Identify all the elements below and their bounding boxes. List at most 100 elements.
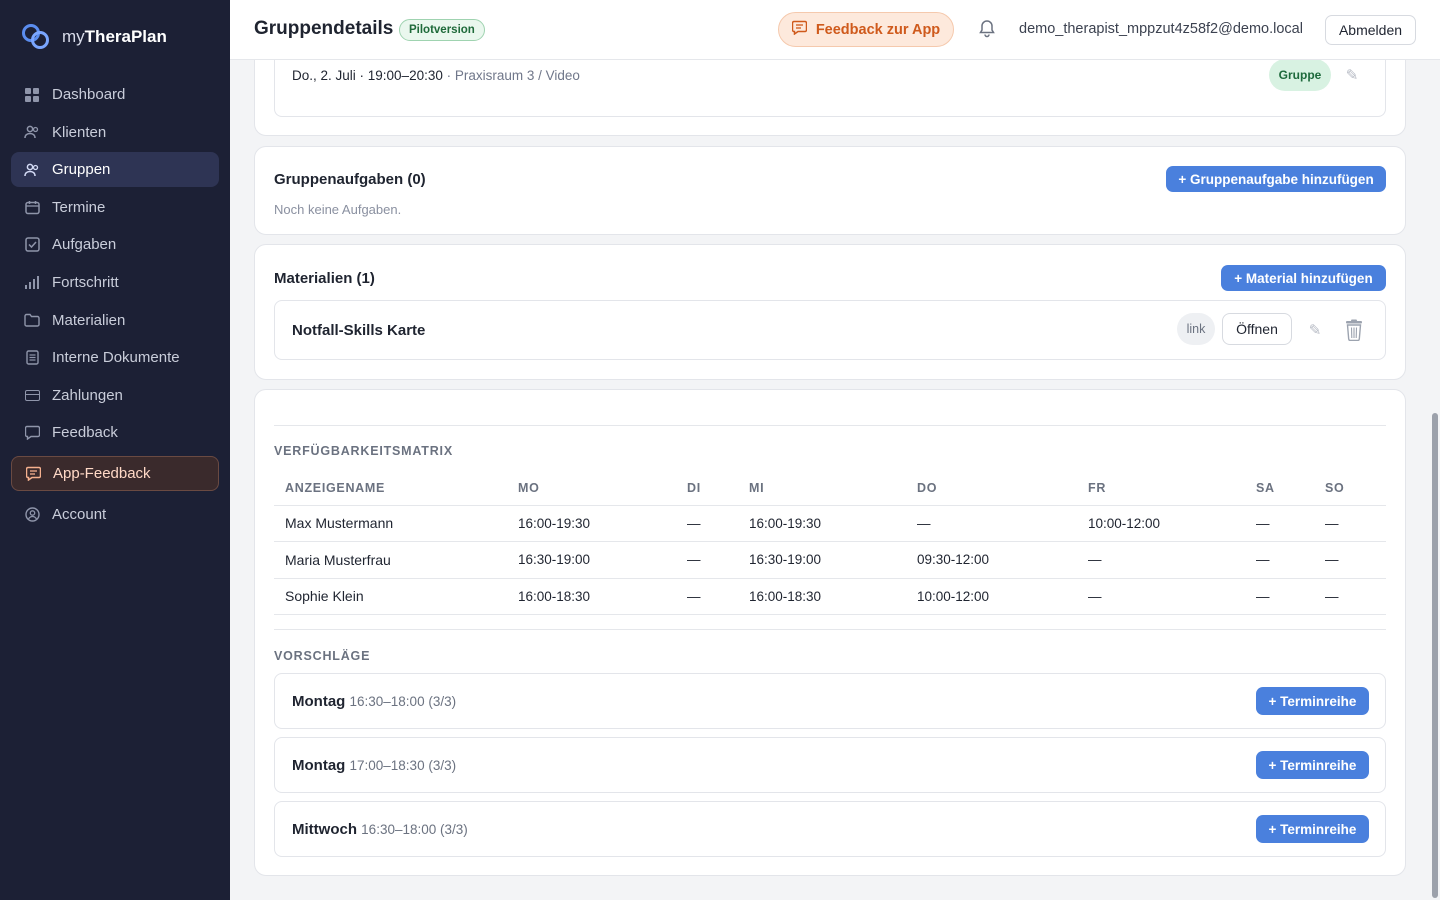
matrix-cell: Sophie Klein bbox=[274, 578, 507, 615]
message-icon bbox=[25, 466, 41, 482]
sidebar-item-interne-dokumente[interactable]: Interne Dokumente bbox=[11, 340, 219, 375]
session-row: Do., 2. Juli · 19:00–20:30 · Praxisraum … bbox=[274, 60, 1386, 117]
session-type-badge: Gruppe bbox=[1269, 60, 1331, 91]
sidebar-item-label: Zahlungen bbox=[52, 386, 123, 404]
add-series-button[interactable]: + Terminreihe bbox=[1256, 751, 1369, 779]
add-series-button[interactable]: + Terminreihe bbox=[1256, 815, 1369, 843]
sidebar-item-feedback[interactable]: Feedback bbox=[11, 415, 219, 450]
matrix-cell: Maria Musterfrau bbox=[274, 541, 507, 579]
matrix-cell: — bbox=[676, 505, 738, 542]
availability-matrix: ANZEIGENAME MO DI MI DO FR SA SO Max Mus… bbox=[274, 471, 1386, 615]
suggestions-title: VORSCHLÄGE bbox=[274, 649, 371, 663]
matrix-cell: 16:30-19:00 bbox=[738, 541, 906, 579]
sidebar-item-fortschritt[interactable]: Fortschritt bbox=[11, 265, 219, 300]
group-icon bbox=[24, 162, 40, 178]
materials-card: Materialien (1) + Material hinzufügen No… bbox=[254, 244, 1406, 380]
materials-title: Materialien (1) bbox=[274, 270, 375, 287]
table-row: Sophie Klein 16:00-18:30 — 16:00-18:30 1… bbox=[274, 578, 1386, 615]
sidebar-item-app-feedback[interactable]: App-Feedback bbox=[11, 456, 219, 492]
calendar-icon bbox=[24, 199, 40, 215]
pilot-badge: Pilotversion bbox=[399, 19, 485, 41]
sidebar-item-label: Feedback bbox=[52, 424, 118, 442]
sidebar-item-label: Fortschritt bbox=[52, 273, 119, 291]
bell-icon[interactable] bbox=[978, 18, 996, 38]
material-row: Notfall-Skills Karte link Öffnen ✎ bbox=[274, 300, 1386, 360]
matrix-cell: 16:00-19:30 bbox=[738, 505, 906, 542]
material-name[interactable]: Notfall-Skills Karte bbox=[292, 322, 425, 339]
sidebar-item-klienten[interactable]: Klienten bbox=[11, 115, 219, 150]
suggestion-item: Montag 17:00–18:30 (3/3) + Terminreihe bbox=[274, 737, 1386, 793]
matrix-cell: — bbox=[1077, 578, 1245, 615]
availability-card: VERFÜGBARKEITSMATRIX ANZEIGENAME MO DI M… bbox=[254, 389, 1406, 876]
matrix-cell: — bbox=[676, 578, 738, 615]
add-group-task-button[interactable]: + Gruppenaufgabe hinzufügen bbox=[1166, 166, 1386, 192]
brand-name: TheraPlan bbox=[84, 27, 167, 46]
add-material-button[interactable]: + Material hinzufügen bbox=[1221, 265, 1386, 291]
suggestion-detail: 17:00–18:30 (3/3) bbox=[349, 758, 457, 773]
bar-chart-icon bbox=[24, 274, 40, 290]
sidebar-item-label: Materialien bbox=[52, 311, 126, 329]
matrix-cell: — bbox=[676, 541, 738, 579]
feedback-app-button[interactable]: Feedback zur App bbox=[778, 12, 954, 47]
main-content: Do., 2. Juli · 19:00–20:30 · Praxisraum … bbox=[230, 60, 1440, 900]
divider bbox=[274, 629, 1386, 630]
user-email: demo_therapist_mppzut4z58f2@demo.local bbox=[1019, 21, 1303, 37]
matrix-header: SO bbox=[1314, 471, 1386, 506]
feedback-app-label: Feedback zur App bbox=[815, 21, 941, 38]
sidebar-item-zahlungen[interactable]: Zahlungen bbox=[11, 378, 219, 413]
sidebar-item-label: Interne Dokumente bbox=[52, 349, 180, 367]
sidebar-item-label: Account bbox=[52, 506, 107, 524]
group-tasks-card: Gruppenaufgaben (0) + Gruppenaufgabe hin… bbox=[254, 146, 1406, 235]
suggestion-detail: 16:30–18:00 (3/3) bbox=[349, 694, 457, 709]
group-tasks-empty: Noch keine Aufgaben. bbox=[274, 202, 402, 217]
suggestion-day: Mittwoch bbox=[292, 821, 357, 838]
matrix-cell: — bbox=[1077, 541, 1245, 579]
session-date-time: Do., 2. Juli · 19:00–20:30 bbox=[292, 68, 443, 83]
sidebar-item-label: Termine bbox=[52, 198, 106, 216]
brand[interactable]: myTheraPlan bbox=[22, 24, 167, 50]
page-title: Gruppendetails bbox=[254, 18, 394, 39]
sidebar-item-gruppen[interactable]: Gruppen bbox=[11, 152, 219, 188]
sidebar-nav: Dashboard Klienten Gruppen Termine Aufga… bbox=[11, 77, 219, 535]
brand-prefix: my bbox=[62, 27, 85, 46]
matrix-header: ANZEIGENAME bbox=[274, 471, 507, 506]
trash-icon[interactable] bbox=[1344, 319, 1364, 342]
matrix-cell: 10:00-12:00 bbox=[906, 578, 1077, 615]
credit-card-icon bbox=[24, 387, 40, 403]
matrix-cell: 16:00-19:30 bbox=[507, 505, 676, 542]
pencil-icon[interactable]: ✎ bbox=[1306, 321, 1324, 339]
sidebar-item-dashboard[interactable]: Dashboard bbox=[11, 77, 219, 112]
matrix-cell: 10:00-12:00 bbox=[1077, 505, 1245, 542]
sidebar-item-label: Klienten bbox=[52, 123, 107, 141]
sidebar-item-account[interactable]: Account bbox=[11, 497, 219, 532]
sidebar: myTheraPlan Dashboard Klienten Gruppen T… bbox=[0, 0, 230, 900]
sidebar-item-materialien[interactable]: Materialien bbox=[11, 303, 219, 338]
matrix-cell: — bbox=[1245, 505, 1314, 542]
matrix-cell: 16:30-19:00 bbox=[507, 541, 676, 579]
matrix-header: MI bbox=[738, 471, 906, 506]
matrix-cell: — bbox=[1314, 578, 1386, 615]
logo-icon bbox=[22, 24, 50, 50]
checkbox-icon bbox=[24, 237, 40, 253]
logout-button[interactable]: Abmelden bbox=[1325, 15, 1416, 45]
sidebar-item-termine[interactable]: Termine bbox=[11, 190, 219, 225]
matrix-header: MO bbox=[507, 471, 676, 506]
chat-bubble-icon bbox=[24, 425, 40, 441]
add-series-button[interactable]: + Terminreihe bbox=[1256, 687, 1369, 715]
matrix-cell: — bbox=[1314, 505, 1386, 542]
pencil-icon[interactable]: ✎ bbox=[1343, 66, 1361, 84]
scrollbar[interactable] bbox=[1432, 413, 1438, 898]
sidebar-item-aufgaben[interactable]: Aufgaben bbox=[11, 227, 219, 262]
matrix-title: VERFÜGBARKEITSMATRIX bbox=[274, 444, 453, 458]
matrix-header: DO bbox=[906, 471, 1077, 506]
open-material-button[interactable]: Öffnen bbox=[1222, 313, 1292, 345]
group-tasks-title: Gruppenaufgaben (0) bbox=[274, 171, 426, 188]
matrix-cell: Max Mustermann bbox=[274, 505, 507, 542]
divider bbox=[274, 425, 1386, 426]
suggestion-item: Mittwoch 16:30–18:00 (3/3) + Terminreihe bbox=[274, 801, 1386, 857]
message-icon bbox=[791, 20, 808, 39]
folder-icon bbox=[24, 312, 40, 328]
matrix-header: DI bbox=[676, 471, 738, 506]
document-icon bbox=[24, 350, 40, 366]
matrix-header: SA bbox=[1245, 471, 1314, 506]
